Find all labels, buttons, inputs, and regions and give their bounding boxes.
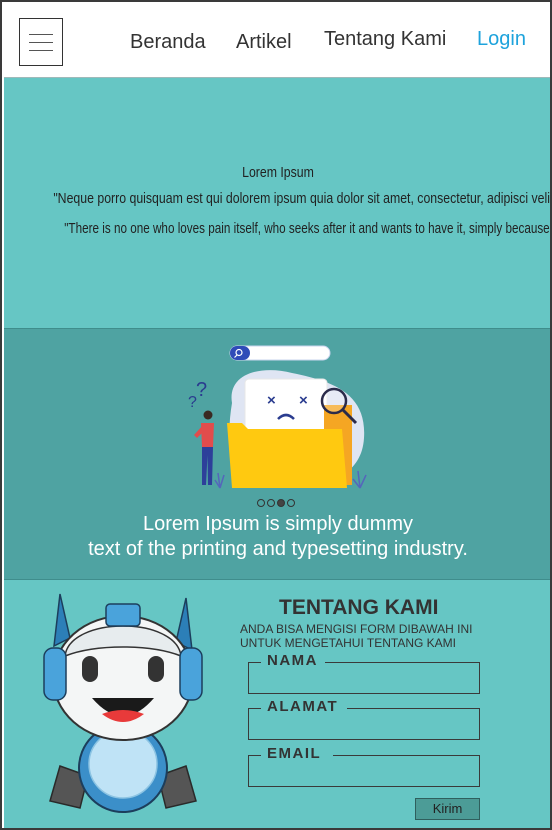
- hero-banner: Lorem Ipsum "Neque porro quisquam est qu…: [4, 78, 552, 328]
- slide-caption-line-1: Lorem Ipsum is simply dummy: [142, 513, 414, 535]
- name-field[interactable]: NAMA: [248, 653, 480, 694]
- svg-text:×: ×: [299, 392, 308, 409]
- name-field-label: NAMA: [267, 652, 318, 669]
- slider-dot-2[interactable]: [267, 499, 275, 507]
- hero-title: Lorem Ipsum: [242, 164, 314, 181]
- nav-beranda[interactable]: Beranda: [130, 31, 206, 54]
- email-field[interactable]: EMAIL: [248, 746, 480, 787]
- address-field[interactable]: ALAMAT: [248, 699, 480, 740]
- nav-tentang-kami[interactable]: Tentang Kami: [324, 28, 446, 51]
- nav-artikel[interactable]: Artikel: [236, 31, 292, 54]
- nav-login[interactable]: Login: [477, 28, 526, 51]
- slider-dot-4[interactable]: [287, 499, 295, 507]
- about-section: TENTANG KAMI ANDA BISA MENGISI FORM DIBA…: [4, 579, 550, 828]
- about-description: ANDA BISA MENGISI FORM DIBAWAH INI UNTUK…: [240, 622, 472, 650]
- email-field-label: EMAIL: [267, 745, 322, 762]
- slide-caption-line-2: text of the printing and typesetting ind…: [88, 538, 468, 560]
- about-description-line-1: ANDA BISA MENGISI FORM DIBAWAH INI: [240, 622, 473, 636]
- slider-dots: [257, 499, 295, 507]
- not-found-folder-illustration: × × ? ?: [188, 345, 367, 489]
- hero-quote-2: "There is no one who loves pain itself, …: [64, 220, 550, 237]
- about-title: TENTANG KAMI: [279, 596, 439, 619]
- top-navbar: Beranda Artikel Tentang Kami Login: [4, 4, 550, 78]
- slider-dot-3[interactable]: [277, 499, 285, 507]
- hero-quote-1: "Neque porro quisquam est qui dolorem ip…: [53, 190, 552, 207]
- submit-button[interactable]: Kirim: [415, 798, 480, 820]
- image-slider: × × ? ? Lorem Ipsum is simply dummy text…: [4, 328, 550, 579]
- slider-dot-1[interactable]: [257, 499, 265, 507]
- svg-text:?: ?: [196, 379, 207, 401]
- svg-text:×: ×: [267, 392, 276, 409]
- about-description-line-2: UNTUK MENGETAHUI TENTANG KAMI: [240, 636, 457, 650]
- page-frame: Beranda Artikel Tentang Kami Login Lorem…: [0, 0, 552, 830]
- address-field-label: ALAMAT: [267, 698, 339, 715]
- hamburger-menu-icon[interactable]: [19, 18, 63, 66]
- robot-mascot: [43, 593, 203, 813]
